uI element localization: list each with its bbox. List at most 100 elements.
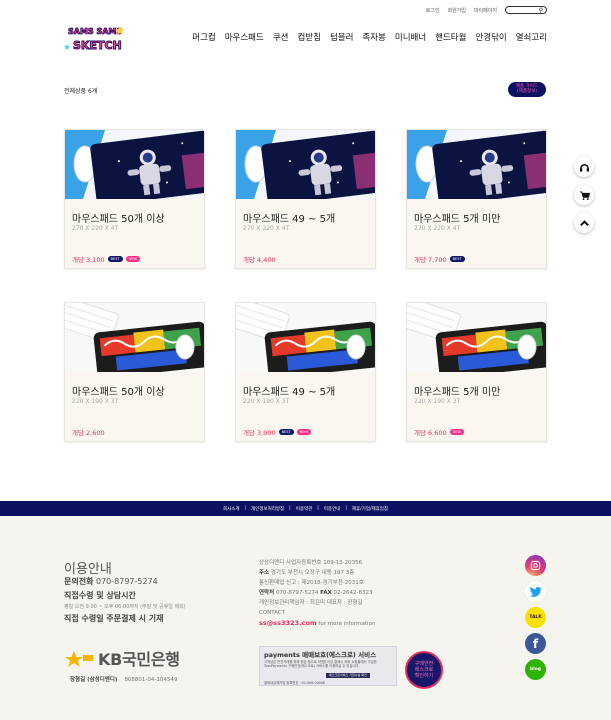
nav-item-mousepad[interactable]: 마우스패드 <box>225 31 264 43</box>
product-card[interactable]: 마우스패드 49 ~ 5개 270 X 220 X 4T 개당 4,400 <box>235 129 376 269</box>
best-badge: BEST <box>107 256 123 262</box>
nav-item-coaster[interactable]: 컵받침 <box>297 31 320 43</box>
company-email-line: ss@ss3323.com for more information <box>259 619 376 627</box>
logo[interactable]: SAMS SAMS SKETCH <box>64 22 128 54</box>
nav-item-lens-cloth[interactable]: 안경닦이 <box>475 31 506 43</box>
product-card[interactable]: 마우스패드 5개 미만 270 X 220 X 4T 개당 7,700 BEST <box>406 129 547 269</box>
product-image[interactable] <box>236 303 375 372</box>
nav-item-mini-banner[interactable]: 미니배너 <box>395 31 426 43</box>
login-link[interactable]: 로그인 <box>426 7 440 14</box>
company-line-4: 연락처 070-8797-5274 FAX 02-2642-8323 <box>259 590 373 596</box>
footer-link-partnership[interactable]: 제휴/기업/제휴입점 <box>352 506 388 512</box>
nav-item-mug[interactable]: 머그컵 <box>192 31 215 43</box>
product-card[interactable]: 마우스패드 50개 이상 220 X 190 X 3T 개당 2,600 <box>64 302 205 442</box>
product-card[interactable]: 마우스패드 5개 미만 220 X 190 X 3T 개당 6,600 NEW <box>406 302 547 442</box>
chevron-up-icon[interactable] <box>574 213 594 233</box>
product-card[interactable]: 마우스패드 49 ~ 5개 220 X 190 X 3T 개당 3,900 BEST N… <box>235 302 376 442</box>
product-image[interactable] <box>407 303 546 372</box>
company-line-2: 주소 경기도 부천시 오정구 내동 197 3층 <box>259 570 355 576</box>
usage-pickup-title: 직접수령 및 상담시간 <box>64 591 136 600</box>
social-links: TALK f blog <box>525 555 546 680</box>
join-link[interactable]: 회원가입 <box>448 7 466 14</box>
footer-divider: | <box>317 506 319 511</box>
main-nav: 머그컵 마우스패드 쿠션 컵받침 텀블러 족자봉 미니배너 핸드타월 안경닦이 … <box>192 31 547 43</box>
twitter-icon[interactable] <box>525 581 546 602</box>
product-size: 270 X 220 X 4T <box>243 225 290 232</box>
product-name[interactable]: 마우스패드 49 ~ 5개 <box>243 383 335 398</box>
cart-icon[interactable] <box>574 185 594 205</box>
headset-icon[interactable] <box>574 157 594 177</box>
usage-pickup-note: 직접 수령일 주문결제 시 기재 <box>64 614 164 623</box>
payments-registration: 결제대금예치업 등록번호 : 02-006-00008 <box>264 681 325 685</box>
product-price-row: 개당 3,900 BEST NEW <box>243 427 311 437</box>
footer-link-guide[interactable]: 이용안내 <box>324 506 341 512</box>
company-line-3: 통신판매업 신고 : 제2018-경기부천-2031호 <box>259 580 364 586</box>
product-price: 개당 4,400 <box>243 256 276 264</box>
payments-description: 고객님은 안전거래를 위해 현금 등으로 5만원 이상 결제시 저희 쇼핑몰에서… <box>264 660 377 669</box>
product-name[interactable]: 마우스패드 5개 미만 <box>414 383 500 398</box>
search-icon[interactable]: ⚲ <box>539 7 543 14</box>
logo-line1: SAMS SAMS <box>68 27 122 36</box>
footer-divider: | <box>244 506 247 511</box>
best-badge: BEST <box>449 256 465 262</box>
logo-graphic: SAMS SAMS SKETCH <box>64 26 125 52</box>
bank-info: KB국민은행 <box>64 646 180 670</box>
escrow-confirm-button[interactable]: 에스크로서비스 가입사실 확인 <box>326 673 370 678</box>
nav-item-keyring[interactable]: 열쇠고리 <box>516 31 547 43</box>
new-badge: NEW <box>125 256 140 262</box>
mypage-link[interactable]: 마이페이지 <box>474 7 497 14</box>
product-image[interactable] <box>65 130 204 199</box>
payments-title: payments 매매보호(에스크로) 서비스 <box>264 651 377 659</box>
product-size: 220 X 190 X 3T <box>243 398 290 405</box>
product-size: 270 X 220 X 4T <box>72 225 119 232</box>
new-badge: NEW <box>449 429 464 435</box>
instagram-icon[interactable] <box>525 555 546 576</box>
product-image[interactable] <box>65 303 204 372</box>
floating-side-icons <box>574 157 594 233</box>
blog-icon[interactable]: blog <box>525 659 546 680</box>
best-badge: BEST <box>278 429 294 435</box>
search-input[interactable]: ⚲ <box>505 6 547 14</box>
product-price-row: 개당 6,600 NEW <box>414 427 464 437</box>
company-contact-label: CONTACT <box>259 610 286 616</box>
product-price-row: 개당 2,600 <box>72 427 105 437</box>
kakaotalk-icon[interactable]: TALK <box>525 607 546 628</box>
top-utility-bar: 로그인 회원가입 마이페이지 ⚲ <box>426 6 547 14</box>
product-guide-button[interactable]: 제품 가이드 (제품정보) <box>508 82 546 97</box>
usage-title: 이용안내 <box>64 562 112 577</box>
product-image[interactable] <box>236 130 375 199</box>
nav-item-cushion[interactable]: 쿠션 <box>273 31 289 43</box>
nav-item-banner-stand[interactable]: 족자봉 <box>362 31 385 43</box>
footer-link-terms[interactable]: 이용약관 <box>296 506 313 512</box>
product-size: 220 X 190 X 3T <box>414 398 461 405</box>
footer-link-privacy[interactable]: 개인정보처리방침 <box>251 506 284 512</box>
company-email[interactable]: ss@ss3323.com <box>259 619 317 627</box>
product-price: 개당 6,600 <box>414 429 447 437</box>
product-price: 개당 7,700 <box>414 256 447 264</box>
product-name[interactable]: 마우스패드 49 ~ 5개 <box>243 210 335 225</box>
product-price: 개당 2,600 <box>72 429 105 437</box>
product-image[interactable] <box>407 130 546 199</box>
product-name[interactable]: 마우스패드 50개 이상 <box>72 210 165 225</box>
new-badge: NEW <box>296 429 311 435</box>
facebook-icon[interactable]: f <box>525 633 546 654</box>
product-card[interactable]: 마우스패드 50개 이상 270 X 220 X 4T 개당 3,100 BEST NE… <box>64 129 205 269</box>
footer-link-bar: 회사소개 | 개인정보처리방침 | 이용약관 | 이용안내 | 제휴/기업/제휴… <box>0 501 611 516</box>
company-line-5: 개인정보관리책임자 : 최은미 대표자 : 장형길 <box>259 600 363 606</box>
bank-name: KB국민은행 <box>98 650 180 669</box>
product-name[interactable]: 마우스패드 50개 이상 <box>72 383 165 398</box>
footer-link-about[interactable]: 회사소개 <box>223 506 240 512</box>
product-price-row: 개당 4,400 <box>243 254 276 264</box>
company-info: 상상디엔디 사업자등록번호 109-13-20356 주소 경기도 부천시 오정… <box>259 558 375 629</box>
escrow-payments-box: payments 매매보호(에스크로) 서비스 고객님은 안전거래를 위해 현금… <box>259 646 397 686</box>
kb-star-icon <box>65 651 93 667</box>
usage-hours: 평일 오전 9:00 ~ 오후 06:00까지 (주말 및 공휴일 제외) <box>64 604 186 610</box>
nav-item-hand-towel[interactable]: 핸드타월 <box>435 31 466 43</box>
nav-item-tumbler[interactable]: 텀블러 <box>330 31 353 43</box>
escrow-badge[interactable]: 구매안전 에스크로 확인하기 <box>405 651 443 689</box>
footer-divider: | <box>345 506 347 511</box>
logo-line2: SKETCH <box>73 39 122 52</box>
product-size: 270 X 220 X 4T <box>414 225 461 232</box>
product-name[interactable]: 마우스패드 5개 미만 <box>414 210 500 225</box>
product-size: 220 X 190 X 3T <box>72 398 119 405</box>
